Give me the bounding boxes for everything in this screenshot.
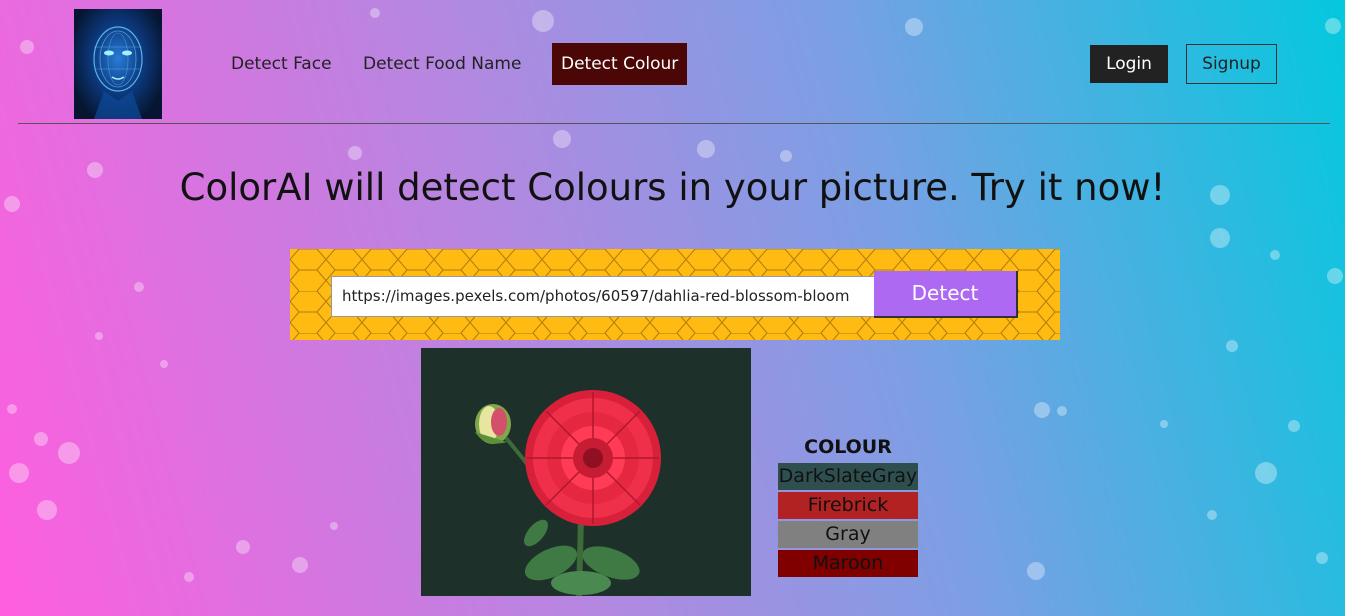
nav-detect-face[interactable]: Detect Face (222, 43, 341, 85)
detect-button[interactable]: Detect (874, 271, 1018, 318)
signup-button[interactable]: Signup (1186, 44, 1277, 84)
login-button[interactable]: Login (1090, 45, 1168, 83)
face-icon (93, 26, 143, 119)
colour-swatch-1: Firebrick (778, 492, 918, 519)
colour-heading: COLOUR (804, 436, 892, 458)
colour-swatch-2: Gray (778, 521, 918, 548)
header-divider (18, 123, 1330, 124)
ai-face-logo[interactable] (74, 9, 162, 119)
page-title: ColorAI will detect Colours in your pict… (179, 166, 1166, 209)
dahlia-flower-icon (475, 390, 661, 596)
image-url-input[interactable]: https://images.pexels.com/photos/60597/d… (331, 276, 883, 317)
uploaded-image (421, 348, 751, 596)
colour-swatch-0: DarkSlateGray (778, 463, 918, 490)
nav-detect-colour[interactable]: Detect Colour (552, 43, 688, 85)
nav-detect-food-name[interactable]: Detect Food Name (354, 43, 530, 85)
colour-swatch-3: Maroon (778, 550, 918, 577)
